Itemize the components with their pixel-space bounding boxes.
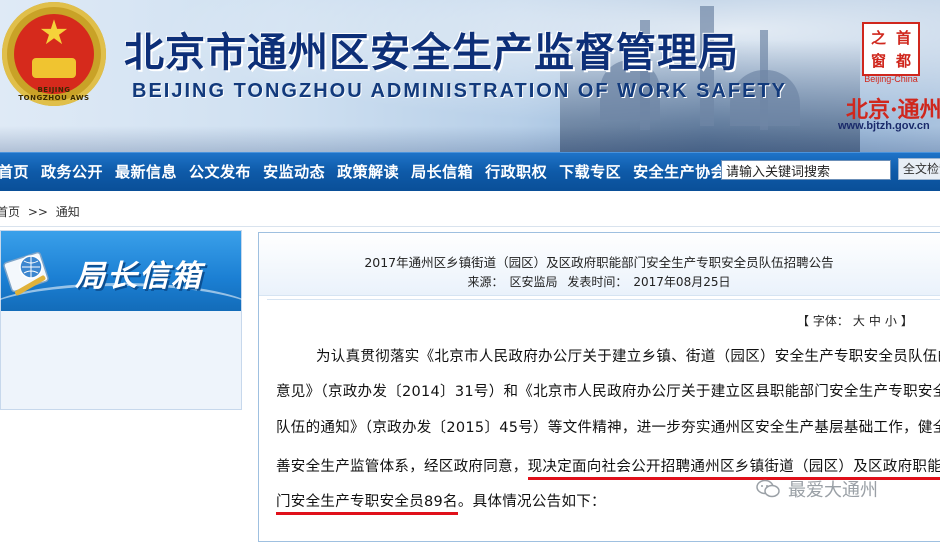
site-title-en: BEIJING TONGZHOU ADMINISTRATION OF WORK … xyxy=(132,80,787,102)
fulltext-search-button[interactable]: 全文检索 xyxy=(898,158,940,180)
article-paragraph-line: 门安全生产专职安全员89名。具体情况公告如下： xyxy=(276,490,606,515)
star-icon: ★ xyxy=(38,13,70,53)
header-banner: ★ BEIJING TONGZHOU AWS 北京市通州区安全生产监督管理局 B… xyxy=(0,0,940,152)
date-value: 2017年08月25日 xyxy=(633,275,731,289)
emblem-text: BEIJING TONGZHOU AWS xyxy=(18,86,90,102)
director-mailbox-panel: 局长信箱 xyxy=(0,230,261,410)
site-title-cn: 北京市通州区安全生产监督管理局 xyxy=(124,29,739,76)
article-meta: 来源： 区安监局 发表时间： 2017年08月25日 xyxy=(259,273,939,290)
article-divider xyxy=(267,299,940,300)
nav-item-safety-news[interactable]: 安监动态 xyxy=(257,153,331,191)
seal-char: 窗 xyxy=(870,52,886,70)
nav-item-policy[interactable]: 政策解读 xyxy=(331,153,405,191)
article-text-segment: 。具体情况公告如下： xyxy=(457,494,606,510)
article-text-segment: 善安全生产监管体系，经区政府同意， xyxy=(276,459,528,475)
source-value: 区安监局 xyxy=(509,275,558,289)
watermark-text: 最爱大通州 xyxy=(788,480,878,501)
agency-emblem-logo[interactable]: ★ BEIJING TONGZHOU AWS xyxy=(2,2,106,106)
article-paragraph-line: 为认真贯彻落实《北京市人民政府办公厅关于建立乡镇、街道（园区）安全生产专职安全员… xyxy=(316,349,940,365)
breadcrumb-separator: >> xyxy=(27,205,48,219)
font-size-small-button[interactable]: 小 xyxy=(885,314,897,328)
seal-char: 之 xyxy=(870,29,886,47)
breadcrumb-home[interactable]: 首页 xyxy=(0,205,20,219)
font-size-label: 【 字体： xyxy=(797,314,849,328)
wechat-icon xyxy=(756,479,780,498)
font-size-medium-button[interactable]: 中 xyxy=(869,314,881,328)
highlighted-text: 门安全生产专职安全员89名 xyxy=(276,494,458,515)
nav-item-home[interactable]: 首页 xyxy=(0,153,35,191)
notebook-globe-icon xyxy=(3,251,49,296)
wechat-watermark: 最爱大通州 xyxy=(756,476,878,502)
breadcrumb-divider xyxy=(0,226,940,227)
capital-window-logo[interactable]: 之 首 窗 都 xyxy=(862,22,920,76)
emblem-band xyxy=(32,58,76,78)
article-paragraph-line: 队伍的通知》（京政办发〔2015〕45号）等文件精神，进一步夯实通州区安全生产基… xyxy=(276,420,940,436)
director-mailbox-title: 局长信箱 xyxy=(75,259,203,294)
nav-item-latest-info[interactable]: 最新信息 xyxy=(109,153,183,191)
date-label: 发表时间： xyxy=(567,275,628,289)
nav-item-association[interactable]: 安全生产协会 xyxy=(627,153,732,191)
nav-item-documents[interactable]: 公文发布 xyxy=(183,153,257,191)
font-size-bracket: 】 xyxy=(900,314,913,328)
breadcrumb-current[interactable]: 通知 xyxy=(56,205,80,219)
seal-char: 首 xyxy=(895,29,911,47)
font-size-selector: 【 字体： 大中小】 xyxy=(795,312,915,329)
nav-item-downloads[interactable]: 下载专区 xyxy=(553,153,627,191)
seal-caption: Beijing-China xyxy=(864,74,918,84)
source-label: 来源： xyxy=(467,275,504,289)
highlighted-text: 现决定面向社会公开招聘通州区乡镇街道（园区）及区政府职能部 xyxy=(527,459,940,480)
seal-char: 都 xyxy=(895,52,911,70)
nav-item-director-mailbox[interactable]: 局长信箱 xyxy=(405,153,479,191)
article-paragraph-line: 善安全生产监管体系，经区政府同意，现决定面向社会公开招聘通州区乡镇街道（园区）及… xyxy=(276,455,940,480)
article-title: 2017年通州区乡镇街道（园区）及区政府职能部门安全生产专职安全员队伍招聘公告 xyxy=(364,255,834,270)
banner-strip xyxy=(0,126,940,152)
director-mailbox-header[interactable]: 局长信箱 xyxy=(0,231,261,311)
article-header: 2017年通州区乡镇街道（园区）及区政府职能部门安全生产专职安全员队伍招聘公告 … xyxy=(259,233,940,296)
article-paragraph-line: 意见》（京政办发〔2014〕31号）和《北京市人民政府办公厅关于建立区县职能部门… xyxy=(276,384,940,400)
font-size-large-button[interactable]: 大 xyxy=(853,314,865,328)
site-url[interactable]: www.bjtzh.gov.cn xyxy=(838,120,930,132)
breadcrumb: 首页 >> 通知 xyxy=(0,203,84,220)
nav-item-admin-powers[interactable]: 行政职权 xyxy=(479,153,553,191)
search-input[interactable] xyxy=(721,160,891,180)
nav-item-government-affairs[interactable]: 政务公开 xyxy=(35,153,109,191)
